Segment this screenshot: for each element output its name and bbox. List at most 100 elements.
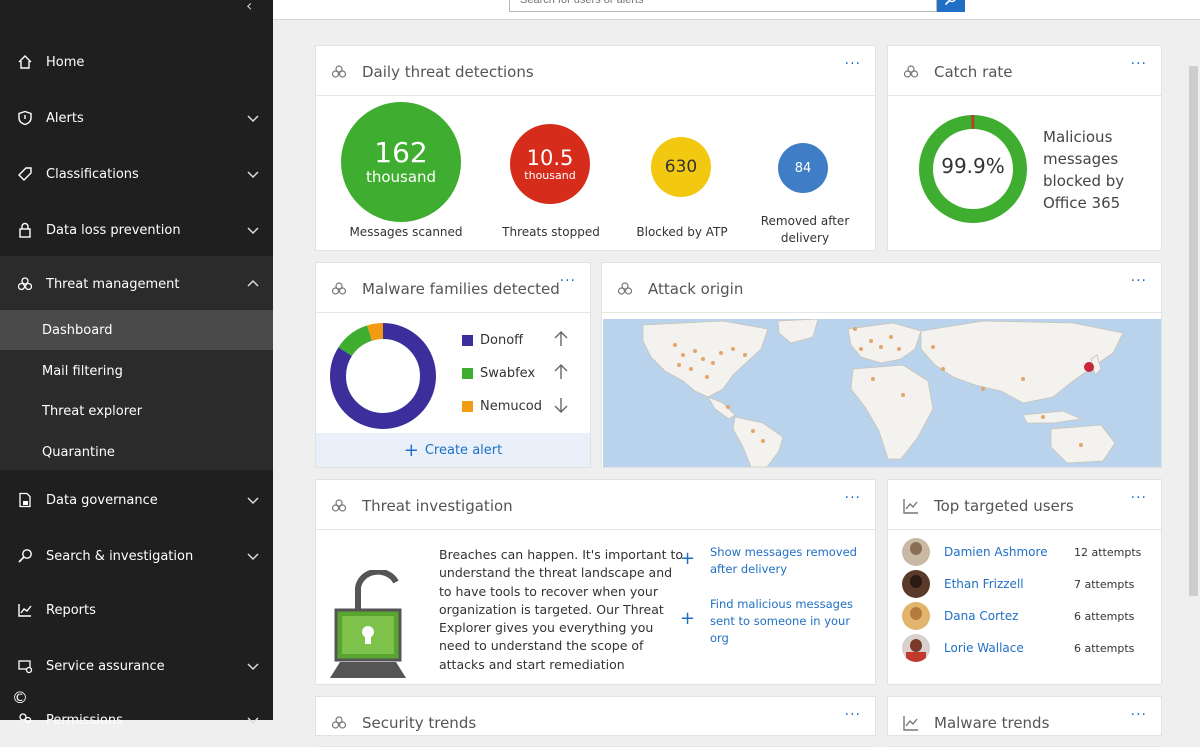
nav-reports[interactable]: Reports [0, 590, 273, 630]
more-options-button[interactable]: ··· [560, 273, 576, 289]
blocked-by-atp-circle: 630 [651, 137, 711, 197]
nav-data-governance[interactable]: Data governance [0, 480, 273, 520]
catch-rate-value: 99.9% [941, 154, 1005, 178]
catch-desc-line: Office 365 [1043, 194, 1121, 212]
nav-service-assurance[interactable]: Service assurance [0, 646, 273, 686]
nav-sub-dashboard[interactable]: Dashboard [0, 310, 273, 350]
nav-data-loss-prevention[interactable]: Data loss prevention [0, 210, 273, 250]
biohazard-icon [331, 65, 347, 78]
avatar [902, 570, 930, 598]
user-row[interactable]: Dana Cortez 6 attempts [902, 602, 1152, 630]
more-options-button[interactable]: ··· [845, 56, 861, 72]
card-header: Top targeted users ··· [888, 480, 1161, 530]
nav-classifications[interactable]: Classifications [0, 154, 273, 194]
service-icon [16, 657, 34, 675]
search-input[interactable] [509, 0, 937, 12]
nav-threat-management[interactable]: Threat management [0, 264, 273, 304]
nav-data-governance-label: Data governance [46, 492, 158, 508]
legend-swatch [462, 401, 473, 412]
blocked-by-atp-label: Blocked by ATP [636, 225, 728, 239]
chevron-down-icon [247, 717, 259, 725]
plus-icon: + [403, 439, 419, 461]
card-title: Security trends [362, 714, 477, 732]
chevron-down-icon [247, 171, 259, 179]
avatar [902, 538, 930, 566]
legend-swatch [462, 335, 473, 346]
chevron-up-icon [247, 279, 259, 287]
user-name-link[interactable]: Dana Cortez [944, 609, 1018, 623]
user-row[interactable]: Lorie Wallace 6 attempts [902, 634, 1152, 662]
more-options-button[interactable]: ··· [845, 490, 861, 506]
biohazard-icon [903, 65, 919, 78]
copyright-mark: © [12, 688, 28, 707]
card-title: Top targeted users [934, 497, 1074, 515]
collapse-nav-icon[interactable]: ‹ [246, 0, 252, 15]
removed-label-line2: delivery [780, 231, 830, 245]
attack-origin-map[interactable] [603, 319, 1161, 467]
description-line: organization is targeted. Our Threat [439, 601, 664, 617]
malware-trends-card: Malware trends ··· [887, 696, 1162, 747]
chevron-down-icon [247, 497, 259, 505]
user-name-link[interactable]: Damien Ashmore [944, 545, 1048, 559]
biohazard-icon [16, 275, 34, 293]
nav-sub-threat-explorer[interactable]: Threat explorer [0, 391, 273, 431]
more-options-button[interactable]: ··· [1131, 707, 1147, 723]
nav-sub-quarantine[interactable]: Quarantine [0, 432, 273, 472]
threats-stopped-circle: 10.5 thousand [510, 124, 590, 204]
user-row[interactable]: Damien Ashmore 12 attempts [902, 538, 1152, 566]
top-targeted-users-card: Top targeted users ··· Damien Ashmore 12… [887, 479, 1162, 685]
malware-donut-chart [330, 323, 436, 429]
search-icon [16, 547, 34, 565]
user-name-link[interactable]: Ethan Frizzell [944, 577, 1024, 591]
nav-classifications-label: Classifications [46, 166, 139, 182]
show-removed-messages-link[interactable]: Show messages removed after delivery [710, 544, 857, 578]
more-options-button[interactable]: ··· [1131, 56, 1147, 72]
create-alert-button[interactable]: + Create alert [316, 433, 590, 467]
chart-icon [903, 499, 918, 514]
nav-search-investigation[interactable]: Search & investigation [0, 536, 273, 576]
user-name-link[interactable]: Lorie Wallace [944, 641, 1024, 655]
malware-families-card: Malware families detected ··· Donoff Swa… [315, 262, 591, 468]
security-trends-card: Security trends ··· [315, 696, 876, 747]
legend-label: Nemucod [480, 399, 542, 414]
removed-after-delivery-circle: 84 [778, 143, 828, 193]
nav-alerts[interactable]: Alerts [0, 98, 273, 138]
find-malicious-messages-link[interactable]: Find malicious messages sent to someone … [710, 596, 853, 647]
nav-permissions[interactable]: Permissions [0, 700, 273, 740]
removed-label-line1: Removed after [760, 214, 850, 228]
threat-investigation-card: Threat investigation ··· Breaches can ha… [315, 479, 876, 685]
card-header: Malware trends ··· [888, 697, 1161, 747]
legend-donoff: Donoff [462, 333, 523, 348]
threats-stopped-unit: thousand [524, 168, 576, 182]
description-line: attacks and start remediation [439, 656, 625, 672]
nav-permissions-label: Permissions [46, 712, 123, 728]
plus-icon: + [680, 608, 696, 629]
link-line: after delivery [710, 562, 788, 576]
scrollbar-thumb[interactable] [1189, 66, 1198, 596]
threats-stopped-label: Threats stopped [502, 225, 600, 239]
link-line: org [710, 631, 729, 645]
removed-after-delivery-label: Removed after delivery [743, 213, 867, 247]
lock-icon [16, 221, 34, 239]
legend-swabfex: Swabfex [462, 366, 535, 381]
search-icon [944, 0, 956, 6]
search-button[interactable] [937, 0, 965, 12]
chart-icon [16, 601, 34, 619]
messages-scanned-value: 162 [374, 136, 428, 169]
card-title: Catch rate [934, 63, 1013, 81]
nav-threat-management-label: Threat management [46, 276, 180, 292]
catch-desc-line: Malicious [1043, 128, 1113, 146]
nav-search-label: Search & investigation [46, 548, 194, 564]
nav-sub-mail-filtering[interactable]: Mail filtering [0, 351, 273, 391]
more-options-button[interactable]: ··· [1131, 273, 1147, 289]
more-options-button[interactable]: ··· [1131, 490, 1147, 506]
biohazard-icon [617, 282, 633, 295]
legend-nemucod: Nemucod [462, 399, 542, 414]
more-options-button[interactable]: ··· [845, 707, 861, 723]
user-attempts: 7 attempts [1074, 577, 1135, 591]
user-row[interactable]: Ethan Frizzell 7 attempts [902, 570, 1152, 598]
messages-scanned-label: Messages scanned [349, 225, 463, 239]
nav-home[interactable]: Home [0, 42, 273, 82]
left-navigation: ‹ Home Alerts Classifications Data loss … [0, 0, 273, 728]
nav-alerts-label: Alerts [46, 110, 84, 126]
